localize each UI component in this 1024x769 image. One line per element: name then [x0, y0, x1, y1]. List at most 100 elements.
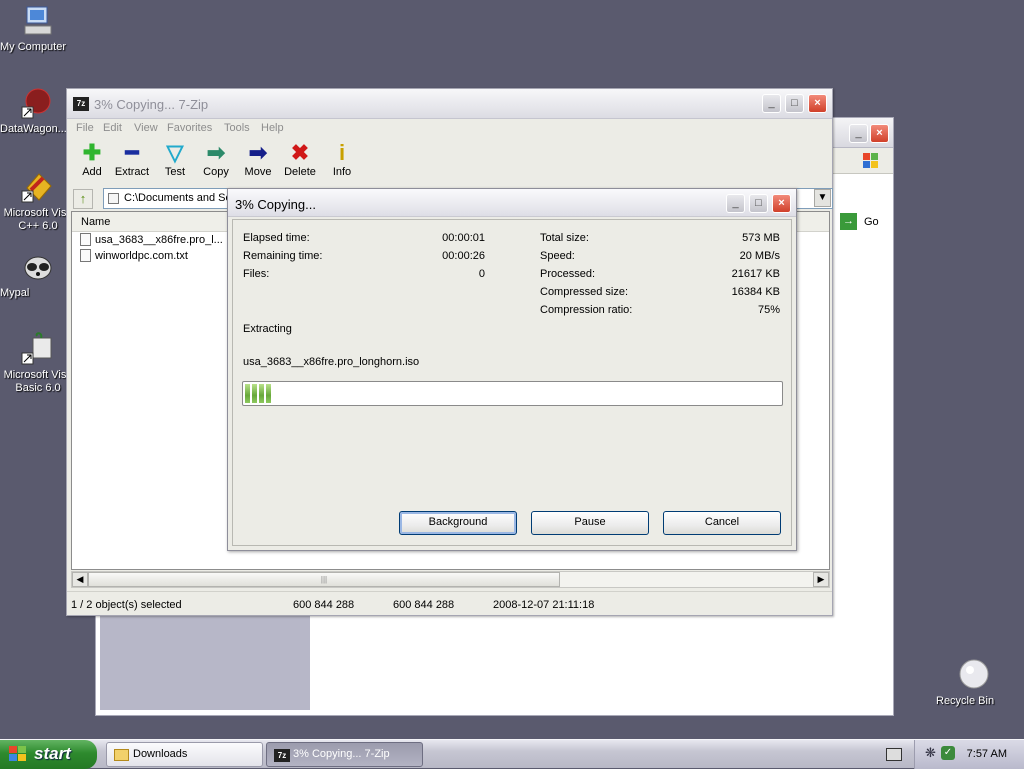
scroll-left-button[interactable]: ◀	[72, 572, 88, 587]
taskbar-item-7zip[interactable]: 7z 3% Copying... 7-Zip	[266, 742, 423, 767]
compressed-size-value: 16384 KB	[731, 286, 780, 298]
test-label: Test	[164, 166, 186, 178]
background-button[interactable]: Background	[399, 511, 517, 535]
datawagon-icon	[21, 86, 55, 120]
network-icon[interactable]: ❋	[925, 746, 937, 760]
menu-tools[interactable]: Tools	[224, 122, 250, 134]
progress-segment	[245, 384, 250, 403]
info-i-icon: i	[338, 140, 346, 165]
desktop-icon-mypal[interactable]: Mypal	[0, 250, 76, 299]
go-label: Go	[864, 216, 879, 228]
menu-view[interactable]: View	[134, 122, 158, 134]
minimize-button[interactable]: _	[726, 194, 745, 213]
go-button[interactable]: → Go	[838, 212, 894, 232]
elapsed-time-label: Elapsed time:	[243, 232, 310, 244]
main-titlebar: 7z 3% Copying... 7-Zip _ □ ×	[67, 89, 832, 119]
status-selection: 1 / 2 object(s) selected	[71, 599, 182, 611]
file-name: winworldpc.com.txt	[95, 250, 188, 262]
delete-label: Delete	[284, 166, 316, 178]
desktop-icon-visual-cpp[interactable]: Microsoft Visu C++ 6.0	[0, 170, 76, 232]
taskbar-item-downloads[interactable]: Downloads	[106, 742, 263, 767]
desktop-icon-label: Recycle Bin	[936, 695, 995, 707]
total-size-value: 573 MB	[742, 232, 780, 244]
pause-button[interactable]: Pause	[531, 511, 649, 535]
move-button[interactable]: ➡ Move	[235, 140, 281, 178]
copy-button[interactable]: ➡ Copy	[193, 140, 239, 178]
status-bar: 1 / 2 object(s) selected 600 844 288 600…	[67, 591, 832, 615]
dialog-title: 3% Copying...	[235, 197, 316, 212]
desktop-icon-my-computer[interactable]: My Computer	[0, 4, 76, 53]
progress-bar-fill	[245, 384, 780, 403]
menu-file[interactable]: File	[76, 122, 94, 134]
test-button[interactable]: ▽ Test	[152, 140, 198, 178]
visual-basic-icon	[21, 332, 55, 366]
up-folder-button[interactable]: ↑	[73, 189, 93, 209]
column-header-name[interactable]: Name	[81, 216, 110, 228]
horizontal-scrollbar[interactable]: ◀ ||| ▶	[71, 571, 830, 588]
close-button[interactable]: ×	[808, 94, 827, 113]
security-icon[interactable]: ✓	[941, 746, 955, 760]
keyboard-icon[interactable]	[886, 748, 902, 761]
menu-bar: File Edit View Favorites Tools Help	[67, 119, 832, 138]
compression-ratio-value: 75%	[757, 304, 780, 316]
compression-ratio-label: Compression ratio:	[540, 304, 633, 316]
info-button[interactable]: i Info	[319, 140, 365, 178]
desktop-icon-label: Microsoft Visu Basic 6.0	[3, 369, 73, 394]
start-button[interactable]: start	[0, 740, 97, 769]
background-sidebar	[100, 614, 310, 710]
close-button[interactable]: ×	[870, 124, 889, 143]
system-tray: ❋ ✓ 7:57 AM	[914, 740, 1024, 769]
total-size-label: Total size:	[540, 232, 589, 244]
minimize-button[interactable]: _	[849, 124, 868, 143]
extract-button[interactable]: ━ Extract	[109, 140, 155, 178]
recycle-bin-icon	[957, 658, 991, 692]
progress-bar	[242, 381, 783, 406]
text-file-icon	[80, 249, 91, 262]
progress-segment	[266, 384, 271, 403]
toolbar: ✚ Add ━ Extract ▽ Test ➡ Copy ➡ Move ✖ D…	[67, 138, 832, 190]
taskbar-item-label: Downloads	[133, 748, 188, 760]
desktop-icon-label: Microsoft Visu C++ 6.0	[3, 207, 73, 232]
minimize-button[interactable]: _	[762, 94, 781, 113]
progress-segment	[259, 384, 264, 403]
progress-dialog[interactable]: 3% Copying... _ □ × Elapsed time: 00:00:…	[227, 188, 797, 551]
status-size-2: 600 844 288	[393, 599, 455, 611]
current-file-label: usa_3683__x86fre.pro_longhorn.iso	[243, 356, 420, 368]
extract-label: Extract	[114, 166, 150, 178]
desktop-icon-label: My Computer	[0, 41, 67, 53]
windows-flag-icon	[9, 746, 27, 762]
move-arrow-icon: ➡	[248, 140, 268, 165]
desktop-icon-label: Mypal	[0, 287, 30, 299]
computer-icon	[21, 4, 55, 38]
dialog-body: Elapsed time: 00:00:01 Remaining time: 0…	[232, 219, 792, 546]
visual-cpp-icon	[21, 170, 55, 204]
close-button[interactable]: ×	[772, 194, 791, 213]
scroll-thumb[interactable]: |||	[88, 572, 560, 587]
maximize-button[interactable]: □	[785, 94, 804, 113]
menu-edit[interactable]: Edit	[103, 122, 122, 134]
files-label: Files:	[243, 268, 270, 280]
address-dropdown-button[interactable]: ▼	[814, 189, 831, 207]
desktop-icon-label: DataWagon...	[0, 123, 67, 135]
taskbar-item-label: 3% Copying... 7-Zip	[293, 748, 390, 760]
maximize-button[interactable]: □	[749, 194, 768, 213]
processed-label: Processed:	[540, 268, 596, 280]
folder-icon	[114, 749, 129, 761]
files-value: 0	[478, 268, 485, 280]
cancel-button[interactable]: Cancel	[663, 511, 781, 535]
scroll-right-button[interactable]: ▶	[813, 572, 829, 587]
delete-button[interactable]: ✖ Delete	[277, 140, 323, 178]
desktop-icon-visual-basic[interactable]: Microsoft Visu Basic 6.0	[0, 332, 76, 394]
desktop-icon-datawagon[interactable]: DataWagon...	[0, 86, 76, 135]
menu-help[interactable]: Help	[261, 122, 284, 134]
windows-logo-icon	[862, 152, 880, 169]
test-check-icon: ▽	[166, 140, 184, 165]
desktop-icon-recycle-bin[interactable]: Recycle Bin	[936, 658, 1012, 707]
7zip-app-icon: 7z	[73, 97, 89, 111]
status-size-1: 600 844 288	[293, 599, 355, 611]
clock[interactable]: 7:57 AM	[967, 748, 1007, 760]
elapsed-time-value: 00:00:01	[442, 232, 485, 244]
menu-favorites[interactable]: Favorites	[167, 122, 212, 134]
speed-value: 20 MB/s	[739, 250, 780, 262]
go-arrow-icon: →	[840, 213, 857, 230]
